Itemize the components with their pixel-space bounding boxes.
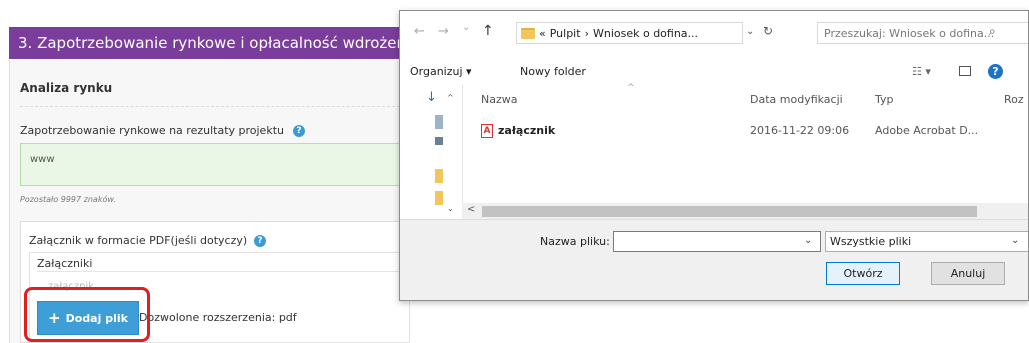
scroll-up-icon[interactable]: ^	[447, 93, 454, 102]
column-header-size[interactable]: Roz	[1004, 93, 1024, 106]
column-header-date[interactable]: Data modyfikacji	[750, 93, 843, 106]
column-header-type[interactable]: Typ	[875, 93, 894, 106]
sort-indicator-icon: ^	[627, 83, 635, 93]
folder-icon[interactable]	[435, 169, 443, 183]
nav-item-icon[interactable]	[435, 115, 443, 129]
folder-icon	[521, 27, 535, 39]
column-headers	[462, 85, 1028, 111]
filename-label: Nazwa pliku:	[540, 235, 610, 248]
breadcrumb-folder[interactable]: Wniosek o dofina...	[593, 27, 698, 40]
file-open-dialog: ← → ⌄ ↑ « Pulpit › Wniosek o dofina... ⌄…	[399, 10, 1029, 301]
file-name[interactable]: załącznik	[498, 124, 555, 137]
demand-label: Zapotrzebowanie rynkowe na rezultaty pro…	[20, 124, 284, 137]
recent-locations-icon[interactable]: ⌄	[462, 22, 470, 33]
scrollbar-thumb[interactable]	[482, 206, 977, 217]
file-type-select[interactable]: Wszystkie pliki	[825, 231, 1028, 252]
breadcrumb-prefix: «	[539, 26, 546, 40]
back-arrow-icon[interactable]: ←	[414, 24, 425, 39]
breadcrumb-desktop[interactable]: Pulpit	[550, 27, 581, 40]
forward-arrow-icon[interactable]: →	[438, 24, 449, 39]
attachments-label: Załączniki	[37, 257, 93, 270]
highlight-annotation	[24, 287, 150, 342]
column-header-name[interactable]: Nazwa	[481, 93, 517, 106]
cancel-button[interactable]: Anuluj	[931, 262, 1005, 285]
preview-pane-icon[interactable]	[959, 66, 971, 76]
section-divider	[20, 106, 410, 107]
remaining-chars-counter: Pozostało 9997 znaków.	[20, 195, 116, 204]
pin-arrow-icon: ↓	[426, 90, 437, 105]
attachments-divider	[37, 271, 410, 272]
chevron-down-icon[interactable]: ⌄	[804, 235, 812, 246]
navigation-pane	[400, 85, 463, 219]
chevron-down-icon[interactable]: ⌄	[746, 26, 754, 37]
filename-input[interactable]	[613, 231, 821, 252]
chevron-down-icon[interactable]: ⌄	[1011, 235, 1019, 246]
help-icon[interactable]: ?	[988, 64, 1003, 79]
new-folder-button[interactable]: Nowy folder	[520, 65, 586, 78]
search-icon[interactable]: ⌕	[989, 24, 996, 39]
market-analysis-title: Analiza rynku	[20, 81, 113, 95]
search-input[interactable]: Przeszukaj: Wniosek o dofina...	[817, 22, 1028, 44]
nav-item-icon[interactable]	[435, 137, 443, 145]
attachment-label: Załącznik w formacie PDF(jeśli dotyczy)	[29, 234, 248, 247]
demand-textarea[interactable]: www	[20, 143, 410, 186]
file-date: 2016-11-22 09:06	[750, 124, 850, 137]
allowed-extensions-text: Dozwolone rozszerzenia: pdf	[139, 311, 297, 324]
organize-button[interactable]: Organizuj ▾	[410, 65, 472, 78]
open-button[interactable]: Otwórz	[826, 262, 900, 285]
help-icon[interactable]: ?	[293, 125, 305, 137]
section-title: 3. Zapotrzebowanie rynkowe i opłacalność…	[9, 27, 409, 59]
refresh-icon[interactable]: ↻	[763, 24, 773, 38]
address-bar[interactable]: « Pulpit › Wniosek o dofina...	[516, 22, 743, 44]
folder-icon[interactable]	[435, 191, 443, 205]
breadcrumb-separator: ›	[584, 26, 589, 40]
dialog-toolbar	[400, 59, 1028, 85]
help-icon[interactable]: ?	[254, 235, 266, 247]
up-arrow-icon[interactable]: ↑	[482, 23, 494, 39]
pdf-file-icon: A	[481, 124, 493, 138]
view-options-icon[interactable]: ☷ ▾	[912, 65, 931, 78]
scroll-down-icon[interactable]: ⌄	[447, 204, 454, 213]
file-type: Adobe Acrobat D...	[875, 124, 979, 137]
scroll-left-icon[interactable]: <	[467, 204, 475, 215]
